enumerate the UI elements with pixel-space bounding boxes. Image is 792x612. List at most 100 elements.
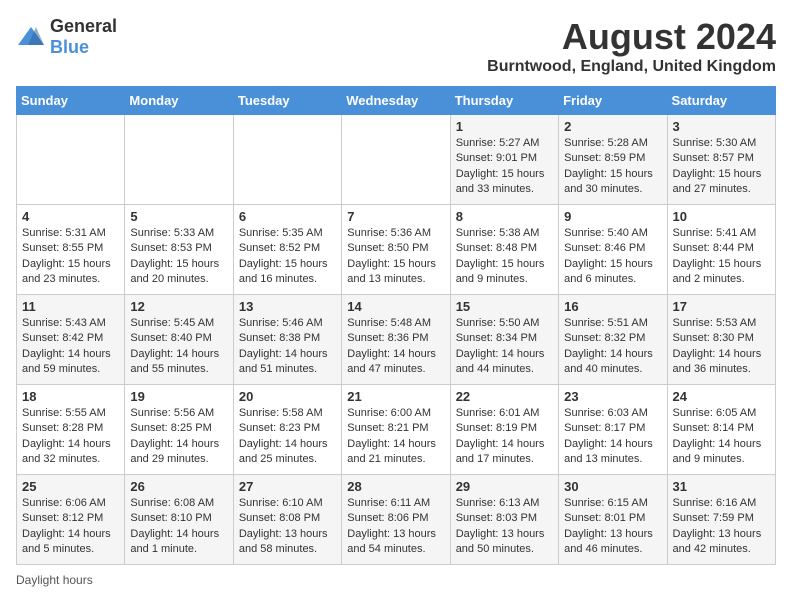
calendar-cell: 15 Sunrise: 5:50 AM Sunset: 8:34 PM Dayli…	[450, 295, 558, 385]
day-info: Sunrise: 5:56 AM Sunset: 8:25 PM Dayligh…	[130, 406, 227, 468]
day-number: 25	[22, 479, 119, 494]
calendar-table: SundayMondayTuesdayWednesdayThursdayFrid…	[16, 86, 776, 565]
day-number: 22	[456, 389, 553, 404]
day-number: 15	[456, 299, 553, 314]
calendar-cell	[233, 115, 341, 205]
calendar-cell: 1 Sunrise: 5:27 AM Sunset: 9:01 PM Daylig…	[450, 115, 558, 205]
calendar-cell: 14 Sunrise: 5:48 AM Sunset: 8:36 PM Dayli…	[342, 295, 450, 385]
day-info: Sunrise: 5:30 AM Sunset: 8:57 PM Dayligh…	[673, 136, 770, 198]
calendar-cell: 30Sunrise: 6:15 AM Sunset: 8:01 PM Dayli…	[559, 475, 667, 565]
day-info: Sunrise: 5:41 AM Sunset: 8:44 PM Dayligh…	[673, 226, 770, 288]
logo-text-blue: Blue	[50, 37, 89, 57]
day-info: Sunrise: 5:48 AM Sunset: 8:36 PM Dayligh…	[347, 316, 444, 378]
calendar-cell: 3Sunrise: 5:30 AM Sunset: 8:57 PM Daylig…	[667, 115, 775, 205]
day-number: 14	[347, 299, 444, 314]
day-info: Sunrise: 6:08 AM Sunset: 8:10 PM Dayligh…	[130, 496, 227, 558]
calendar-week-row: 1 Sunrise: 5:27 AM Sunset: 9:01 PM Daylig…	[17, 115, 776, 205]
calendar-cell: 31 Sunrise: 6:16 AM Sunset: 7:59 PM Dayli…	[667, 475, 775, 565]
day-number: 9	[564, 209, 661, 224]
day-number: 26	[130, 479, 227, 494]
calendar-cell: 5 Sunrise: 5:33 AM Sunset: 8:53 PM Daylig…	[125, 205, 233, 295]
calendar-day-header: Thursday	[450, 87, 558, 115]
day-number: 1	[456, 119, 553, 134]
calendar-cell: 26 Sunrise: 6:08 AM Sunset: 8:10 PM Dayli…	[125, 475, 233, 565]
day-number: 8	[456, 209, 553, 224]
calendar-day-header: Sunday	[17, 87, 125, 115]
day-info: Sunrise: 5:38 AM Sunset: 8:48 PM Dayligh…	[456, 226, 553, 288]
day-number: 28	[347, 479, 444, 494]
calendar-header-row: SundayMondayTuesdayWednesdayThursdayFrid…	[17, 87, 776, 115]
day-number: 13	[239, 299, 336, 314]
day-number: 21	[347, 389, 444, 404]
logo-text-general: General	[50, 16, 117, 36]
calendar-week-row: 11 Sunrise: 5:43 AM Sunset: 8:42 PM Dayli…	[17, 295, 776, 385]
calendar-cell: 12Sunrise: 5:45 AM Sunset: 8:40 PM Dayli…	[125, 295, 233, 385]
footer-note: Daylight hours	[16, 573, 776, 587]
calendar-cell: 13Sunrise: 5:46 AM Sunset: 8:38 PM Dayli…	[233, 295, 341, 385]
calendar-cell: 29Sunrise: 6:13 AM Sunset: 8:03 PM Dayli…	[450, 475, 558, 565]
calendar-day-header: Monday	[125, 87, 233, 115]
day-info: Sunrise: 6:03 AM Sunset: 8:17 PM Dayligh…	[564, 406, 661, 468]
day-info: Sunrise: 5:58 AM Sunset: 8:23 PM Dayligh…	[239, 406, 336, 468]
day-info: Sunrise: 6:16 AM Sunset: 7:59 PM Dayligh…	[673, 496, 770, 558]
calendar-day-header: Friday	[559, 87, 667, 115]
calendar-cell: 19 Sunrise: 5:56 AM Sunset: 8:25 PM Dayli…	[125, 385, 233, 475]
day-info: Sunrise: 5:55 AM Sunset: 8:28 PM Dayligh…	[22, 406, 119, 468]
day-info: Sunrise: 5:35 AM Sunset: 8:52 PM Dayligh…	[239, 226, 336, 288]
day-info: Sunrise: 6:00 AM Sunset: 8:21 PM Dayligh…	[347, 406, 444, 468]
day-info: Sunrise: 5:28 AM Sunset: 8:59 PM Dayligh…	[564, 136, 661, 198]
day-number: 12	[130, 299, 227, 314]
location-title: Burntwood, England, United Kingdom	[487, 58, 776, 76]
calendar-cell: 10 Sunrise: 5:41 AM Sunset: 8:44 PM Dayli…	[667, 205, 775, 295]
day-info: Sunrise: 6:05 AM Sunset: 8:14 PM Dayligh…	[673, 406, 770, 468]
day-number: 16	[564, 299, 661, 314]
calendar-week-row: 25 Sunrise: 6:06 AM Sunset: 8:12 PM Dayli…	[17, 475, 776, 565]
day-info: Sunrise: 5:51 AM Sunset: 8:32 PM Dayligh…	[564, 316, 661, 378]
day-number: 19	[130, 389, 227, 404]
day-number: 17	[673, 299, 770, 314]
day-info: Sunrise: 6:13 AM Sunset: 8:03 PM Dayligh…	[456, 496, 553, 558]
day-number: 11	[22, 299, 119, 314]
day-info: Sunrise: 5:43 AM Sunset: 8:42 PM Dayligh…	[22, 316, 119, 378]
calendar-cell: 20 Sunrise: 5:58 AM Sunset: 8:23 PM Dayli…	[233, 385, 341, 475]
calendar-cell: 28Sunrise: 6:11 AM Sunset: 8:06 PM Dayli…	[342, 475, 450, 565]
day-number: 27	[239, 479, 336, 494]
day-number: 20	[239, 389, 336, 404]
day-info: Sunrise: 6:06 AM Sunset: 8:12 PM Dayligh…	[22, 496, 119, 558]
month-title: August 2024	[487, 16, 776, 58]
calendar-cell: 8 Sunrise: 5:38 AM Sunset: 8:48 PM Daylig…	[450, 205, 558, 295]
day-info: Sunrise: 5:50 AM Sunset: 8:34 PM Dayligh…	[456, 316, 553, 378]
calendar-day-header: Saturday	[667, 87, 775, 115]
day-info: Sunrise: 5:27 AM Sunset: 9:01 PM Dayligh…	[456, 136, 553, 198]
calendar-cell: 16 Sunrise: 5:51 AM Sunset: 8:32 PM Dayli…	[559, 295, 667, 385]
day-info: Sunrise: 5:33 AM Sunset: 8:53 PM Dayligh…	[130, 226, 227, 288]
calendar-cell: 9Sunrise: 5:40 AM Sunset: 8:46 PM Daylig…	[559, 205, 667, 295]
logo-icon	[16, 25, 46, 49]
day-number: 5	[130, 209, 227, 224]
calendar-body: 1 Sunrise: 5:27 AM Sunset: 9:01 PM Daylig…	[17, 115, 776, 565]
day-number: 23	[564, 389, 661, 404]
day-number: 24	[673, 389, 770, 404]
day-number: 18	[22, 389, 119, 404]
logo: General Blue	[16, 16, 117, 58]
day-info: Sunrise: 6:01 AM Sunset: 8:19 PM Dayligh…	[456, 406, 553, 468]
calendar-cell: 7 Sunrise: 5:36 AM Sunset: 8:50 PM Daylig…	[342, 205, 450, 295]
day-number: 10	[673, 209, 770, 224]
header: General Blue August 2024 Burntwood, Engl…	[16, 16, 776, 76]
calendar-cell: 24 Sunrise: 6:05 AM Sunset: 8:14 PM Dayli…	[667, 385, 775, 475]
calendar-week-row: 4 Sunrise: 5:31 AM Sunset: 8:55 PM Daylig…	[17, 205, 776, 295]
day-number: 31	[673, 479, 770, 494]
day-info: Sunrise: 5:36 AM Sunset: 8:50 PM Dayligh…	[347, 226, 444, 288]
day-info: Sunrise: 5:31 AM Sunset: 8:55 PM Dayligh…	[22, 226, 119, 288]
day-number: 4	[22, 209, 119, 224]
calendar-cell: 27Sunrise: 6:10 AM Sunset: 8:08 PM Dayli…	[233, 475, 341, 565]
calendar-cell: 22 Sunrise: 6:01 AM Sunset: 8:19 PM Dayli…	[450, 385, 558, 475]
calendar-cell: 6 Sunrise: 5:35 AM Sunset: 8:52 PM Daylig…	[233, 205, 341, 295]
day-info: Sunrise: 6:15 AM Sunset: 8:01 PM Dayligh…	[564, 496, 661, 558]
calendar-cell: 23 Sunrise: 6:03 AM Sunset: 8:17 PM Dayli…	[559, 385, 667, 475]
calendar-cell: 25 Sunrise: 6:06 AM Sunset: 8:12 PM Dayli…	[17, 475, 125, 565]
day-number: 6	[239, 209, 336, 224]
calendar-day-header: Wednesday	[342, 87, 450, 115]
calendar-week-row: 18 Sunrise: 5:55 AM Sunset: 8:28 PM Dayli…	[17, 385, 776, 475]
day-number: 7	[347, 209, 444, 224]
